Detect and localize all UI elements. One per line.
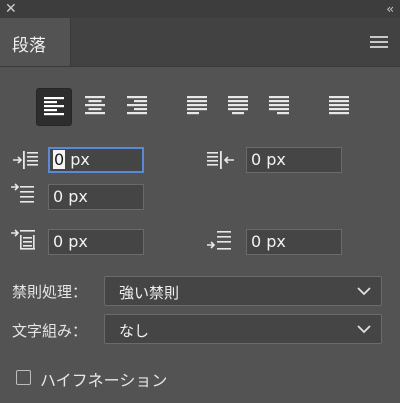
align-left-icon	[44, 97, 64, 116]
left-indent-selected-value: 0	[53, 150, 66, 169]
alignment-toolbar	[0, 88, 400, 126]
kinsoku-selected-value: 強い禁則	[119, 284, 180, 302]
left-indent-unit: px	[65, 150, 90, 169]
first-line-indent-icon	[10, 183, 38, 205]
panel-tabbar: 段落	[0, 18, 400, 67]
justify-all-button[interactable]	[322, 88, 356, 124]
chevron-down-icon	[357, 325, 371, 334]
mojikumi-selected-value: なし	[119, 322, 150, 340]
justify-last-left-button[interactable]	[180, 88, 214, 124]
kinsoku-select[interactable]: 強い禁則	[104, 276, 382, 306]
justify-last-center-button[interactable]	[221, 88, 255, 124]
align-right-button[interactable]	[120, 88, 154, 124]
first-line-indent-field[interactable]: 0 px	[48, 184, 144, 210]
collapse-panel-icon[interactable]: ‹‹	[386, 0, 393, 18]
chevron-down-icon	[357, 287, 371, 296]
justify-last-left-icon	[187, 96, 207, 115]
tab-paragraph[interactable]: 段落	[0, 18, 71, 66]
space-after-field[interactable]: 0 px	[246, 229, 342, 255]
hyphenation-checkbox[interactable]	[16, 370, 31, 385]
panel-titlebar: ✕ ‹‹	[0, 0, 400, 18]
align-left-button[interactable]	[36, 88, 72, 126]
justify-all-icon	[329, 96, 349, 115]
justify-last-center-icon	[228, 96, 248, 115]
close-icon[interactable]: ✕	[5, 0, 17, 18]
justify-last-right-icon	[269, 96, 289, 115]
space-after-icon	[206, 229, 238, 251]
mojikumi-label: 文字組み：	[12, 322, 88, 340]
right-indent-icon	[206, 150, 238, 170]
hyphenation-label[interactable]: ハイフネーション	[40, 367, 167, 391]
space-before-field[interactable]: 0 px	[48, 229, 144, 255]
align-right-icon	[127, 96, 147, 115]
tab-paragraph-label: 段落	[12, 36, 46, 56]
align-center-button[interactable]	[78, 88, 112, 124]
justify-last-right-button[interactable]	[262, 88, 296, 124]
right-indent-field[interactable]: 0 px	[246, 147, 342, 173]
panel-menu-icon[interactable]	[370, 36, 388, 48]
mojikumi-select[interactable]: なし	[104, 314, 382, 344]
align-center-icon	[85, 96, 105, 115]
space-before-icon	[10, 229, 40, 251]
kinsoku-label: 禁則処理：	[12, 283, 88, 301]
left-indent-icon	[12, 150, 40, 170]
left-indent-field[interactable]: 0 px	[48, 147, 144, 173]
